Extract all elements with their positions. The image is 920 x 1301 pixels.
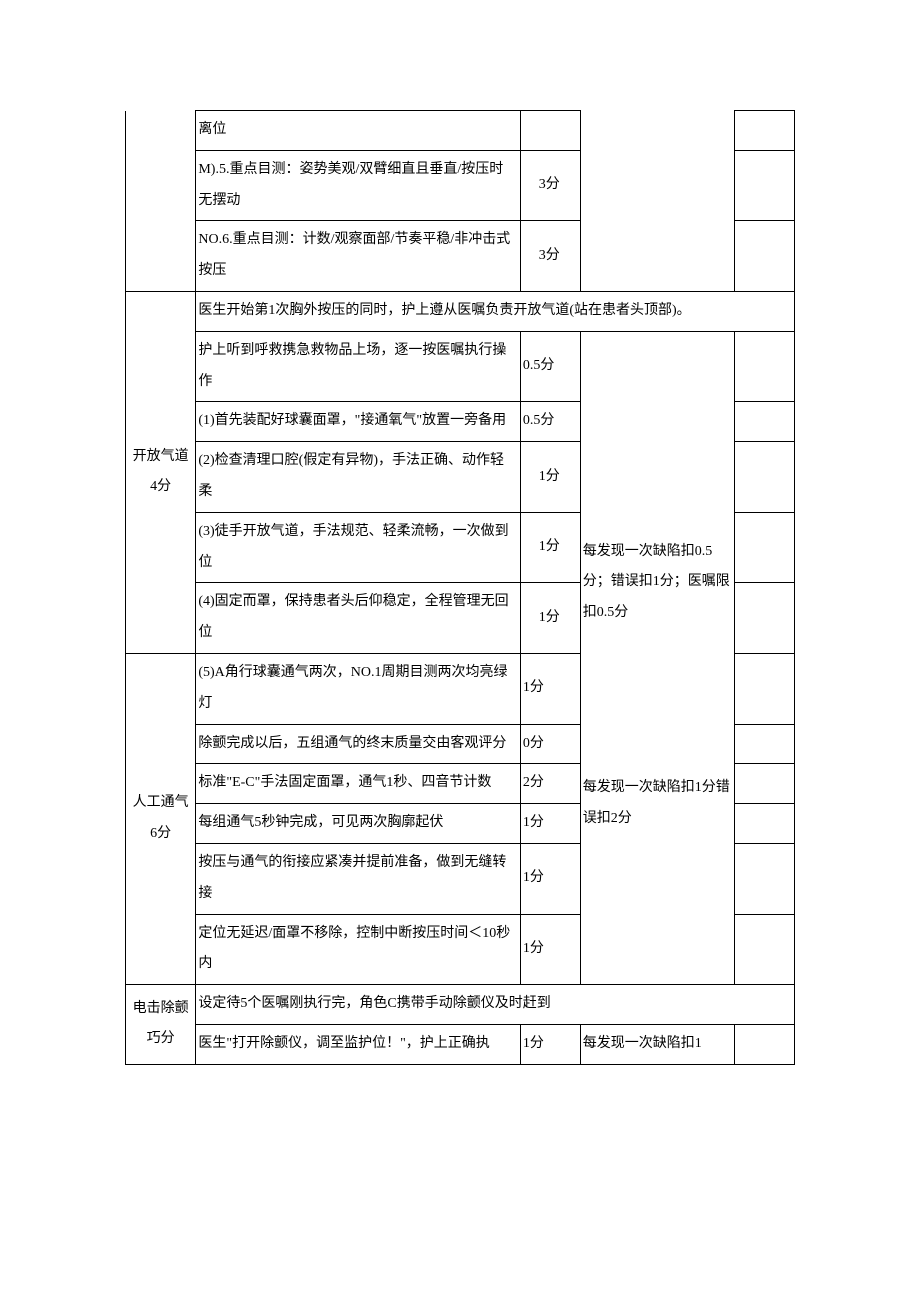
blank-cell <box>735 724 795 764</box>
section-header: 医生开始第1次胸外按压的同时，护上遵从医嘱负责开放气道(站在患者头顶部)。 <box>196 291 795 331</box>
table-row: 除颤完成以后，五组通气的终末质量交由客观评分 0分 <box>126 724 795 764</box>
table-row: 人工通气6分 (5)A角行球囊通气两次，NO.1周期目测两次均亮绿灯 1分 <box>126 653 795 724</box>
ded-cell <box>580 914 734 985</box>
table-row: 标准"E-C"手法固定面罩，通气1秒、四音节计数 2分 每发现一次缺陷扣1分错误… <box>126 764 795 804</box>
table-row: (2)检查清理口腔(假定有异物)，手法正确、动作轻柔 1分 <box>126 442 795 513</box>
table-row: (1)首先装配好球囊面罩，"接通氧气"放置一旁备用 0.5分 <box>126 402 795 442</box>
desc-cell: 医生"打开除颤仪，调至监护位！"，护上正确执 <box>196 1024 521 1064</box>
ded-cell <box>580 221 734 292</box>
table-row: 护上听到呼救携急救物品上场，逐一按医嘱执行操作 0.5分 <box>126 331 795 402</box>
ded-cell <box>580 402 734 442</box>
blank-cell <box>735 843 795 914</box>
score-cell: 2分 <box>520 764 580 804</box>
score-cell: 1分 <box>520 442 580 513</box>
blank-cell <box>735 653 795 724</box>
blank-cell <box>735 583 795 654</box>
category-cell <box>126 150 196 221</box>
score-cell <box>520 111 580 151</box>
table-row: 离位 <box>126 111 795 151</box>
ded-cell <box>580 111 734 151</box>
category-cell: 开放气道4分 <box>126 291 196 653</box>
blank-cell <box>735 331 795 402</box>
ded-cell: 每发现一次缺陷扣0.5分；错误扣1分；医嘱限扣0.5分 <box>580 512 734 653</box>
table-row: 医生"打开除颤仪，调至监护位！"，护上正确执 1分 每发现一次缺陷扣1 <box>126 1024 795 1064</box>
ded-cell: 每发现一次缺陷扣1分错误扣2分 <box>580 764 734 844</box>
table-row: 开放气道4分 医生开始第1次胸外按压的同时，护上遵从医嘱负责开放气道(站在患者头… <box>126 291 795 331</box>
blank-cell <box>735 442 795 513</box>
blank-cell <box>735 804 795 844</box>
ded-cell <box>580 653 734 724</box>
score-cell: 1分 <box>520 804 580 844</box>
desc-cell: (3)徒手开放气道，手法规范、轻柔流畅，一次做到位 <box>196 512 521 583</box>
score-cell: 1分 <box>520 583 580 654</box>
blank-cell <box>735 914 795 985</box>
score-cell: 0.5分 <box>520 331 580 402</box>
score-cell: 1分 <box>520 512 580 583</box>
score-cell: 1分 <box>520 843 580 914</box>
category-cell <box>126 221 196 292</box>
score-cell: 1分 <box>520 1024 580 1064</box>
table-row: M).5.重点目测：姿势美观/双臂细直且垂直/按压时无摆动 3分 <box>126 150 795 221</box>
category-cell <box>126 111 196 151</box>
blank-cell <box>735 512 795 583</box>
table-row: NO.6.重点目测：计数/观察面部/节奏平稳/非冲击式按压 3分 <box>126 221 795 292</box>
score-cell: 1分 <box>520 914 580 985</box>
score-cell: 3分 <box>520 221 580 292</box>
desc-cell: NO.6.重点目测：计数/观察面部/节奏平稳/非冲击式按压 <box>196 221 521 292</box>
category-cell: 电击除颤巧分 <box>126 985 196 1065</box>
table-row: 按压与通气的衔接应紧凑并提前准备，做到无缝转接 1分 <box>126 843 795 914</box>
blank-cell <box>735 111 795 151</box>
table-row: 定位无延迟/面罩不移除，控制中断按压时间＜10秒内 1分 <box>126 914 795 985</box>
ded-cell: 每发现一次缺陷扣1 <box>580 1024 734 1064</box>
table-row: (3)徒手开放气道，手法规范、轻柔流畅，一次做到位 1分 每发现一次缺陷扣0.5… <box>126 512 795 583</box>
ded-cell <box>580 150 734 221</box>
ded-cell <box>580 331 734 402</box>
desc-cell: 除颤完成以后，五组通气的终末质量交由客观评分 <box>196 724 521 764</box>
section-header: 设定待5个医嘱刚执行完，角色C携带手动除颤仪及时赶到 <box>196 985 795 1025</box>
blank-cell <box>735 402 795 442</box>
blank-cell <box>735 1024 795 1064</box>
ded-cell <box>580 843 734 914</box>
blank-cell <box>735 150 795 221</box>
score-cell: 0分 <box>520 724 580 764</box>
desc-cell: 护上听到呼救携急救物品上场，逐一按医嘱执行操作 <box>196 331 521 402</box>
score-cell: 3分 <box>520 150 580 221</box>
desc-cell: M).5.重点目测：姿势美观/双臂细直且垂直/按压时无摆动 <box>196 150 521 221</box>
desc-cell: 离位 <box>196 111 521 151</box>
desc-cell: (4)固定而罩，保持患者头后仰稳定，全程管理无回位 <box>196 583 521 654</box>
ded-cell <box>580 724 734 764</box>
scoring-table: 离位 M).5.重点目测：姿势美观/双臂细直且垂直/按压时无摆动 3分 NO.6… <box>125 110 795 1065</box>
score-cell: 0.5分 <box>520 402 580 442</box>
document-page: 离位 M).5.重点目测：姿势美观/双臂细直且垂直/按压时无摆动 3分 NO.6… <box>0 0 920 1105</box>
table-row: 电击除颤巧分 设定待5个医嘱刚执行完，角色C携带手动除颤仪及时赶到 <box>126 985 795 1025</box>
desc-cell: (2)检查清理口腔(假定有异物)，手法正确、动作轻柔 <box>196 442 521 513</box>
desc-cell: (5)A角行球囊通气两次，NO.1周期目测两次均亮绿灯 <box>196 653 521 724</box>
blank-cell <box>735 764 795 804</box>
ded-cell <box>580 442 734 513</box>
blank-cell <box>735 221 795 292</box>
category-cell: 人工通气6分 <box>126 653 196 984</box>
desc-cell: (1)首先装配好球囊面罩，"接通氧气"放置一旁备用 <box>196 402 521 442</box>
desc-cell: 按压与通气的衔接应紧凑并提前准备，做到无缝转接 <box>196 843 521 914</box>
desc-cell: 每组通气5秒钟完成，可见两次胸廓起伏 <box>196 804 521 844</box>
score-cell: 1分 <box>520 653 580 724</box>
desc-cell: 标准"E-C"手法固定面罩，通气1秒、四音节计数 <box>196 764 521 804</box>
desc-cell: 定位无延迟/面罩不移除，控制中断按压时间＜10秒内 <box>196 914 521 985</box>
